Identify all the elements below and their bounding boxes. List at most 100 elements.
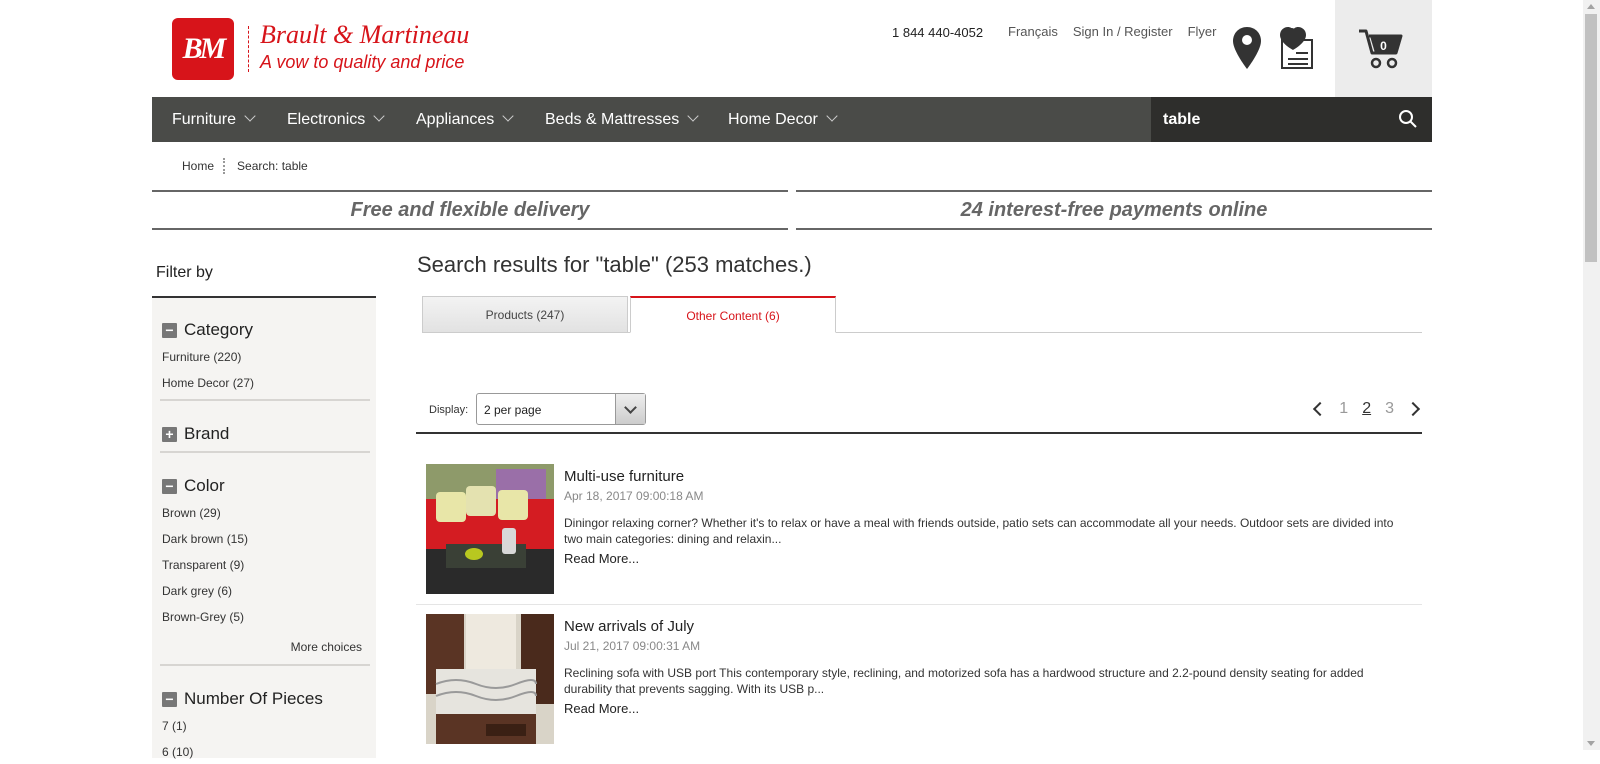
result-title[interactable]: Multi-use furniture [564, 468, 684, 485]
language-link[interactable]: Français [1008, 24, 1058, 39]
nav-label: Electronics [287, 111, 366, 128]
phone-number[interactable]: 1 844 440-4052 [892, 25, 983, 40]
result-description: Diningor relaxing corner? Whether it's t… [564, 516, 1394, 546]
nav-electronics[interactable]: Electronics [287, 97, 385, 142]
nav-label: Furniture [172, 111, 237, 128]
results-divider [416, 432, 1422, 434]
filter-separator [160, 451, 370, 453]
tab-other-content[interactable]: Other Content (6) [630, 296, 836, 333]
filter-group-label: Brand [184, 424, 230, 443]
result-item: New arrivals of July Jul 21, 2017 09:00:… [416, 614, 1422, 764]
cart-count-badge: 0 [1380, 39, 1387, 53]
chevron-down-icon [826, 110, 838, 122]
scroll-down-icon[interactable] [1587, 741, 1595, 746]
nav-label: Home Decor [728, 111, 818, 128]
collapse-icon: − [162, 478, 177, 494]
delivery-banner[interactable]: Free and flexible delivery [152, 190, 788, 230]
breadcrumb: Home Search: table [182, 158, 308, 174]
filter-option[interactable]: Dark grey (6) [162, 584, 232, 598]
breadcrumb-separator [223, 158, 226, 174]
filter-separator [160, 399, 370, 401]
filter-group-label: Color [184, 476, 225, 495]
payments-banner-text: 24 interest-free payments online [960, 199, 1268, 221]
delivery-banner-text: Free and flexible delivery [350, 199, 590, 221]
filter-color-header[interactable]: − Color [162, 476, 225, 496]
brand-tagline: A vow to quality and price [260, 52, 465, 72]
filter-pieces-header[interactable]: − Number Of Pieces [162, 689, 323, 709]
nav-label: Beds & Mattresses [545, 111, 680, 128]
result-date: Apr 18, 2017 09:00:18 AM [564, 489, 704, 503]
chevron-down-icon [687, 110, 699, 122]
breadcrumb-current: Search: table [237, 159, 308, 173]
wishlist-icon[interactable] [1276, 26, 1316, 75]
display-value: 2 per page [484, 403, 542, 417]
page-link-2-current[interactable]: 2 [1362, 400, 1371, 418]
brand-name[interactable]: Brault & Martineau [260, 20, 469, 50]
nav-home-decor[interactable]: Home Decor [728, 97, 838, 142]
nav-label: Appliances [416, 111, 495, 128]
tab-products[interactable]: Products (247) [422, 296, 628, 332]
filter-option[interactable]: 6 (10) [162, 745, 193, 759]
breadcrumb-home[interactable]: Home [182, 159, 214, 173]
results-title: Search results for "table" (253 matches.… [417, 252, 812, 277]
filter-option[interactable]: Transparent (9) [162, 558, 244, 572]
flyer-link[interactable]: Flyer [1188, 24, 1217, 39]
nav-appliances[interactable]: Appliances [416, 97, 514, 142]
filter-option[interactable]: Furniture (220) [162, 350, 241, 364]
site-header: BM Brault & Martineau A vow to quality a… [152, 0, 1432, 97]
chevron-down-icon [373, 110, 385, 122]
display-label: Display: [429, 404, 469, 416]
filter-option[interactable]: Home Decor (27) [162, 376, 254, 390]
filter-option[interactable]: Brown (29) [162, 506, 221, 520]
result-thumbnail[interactable] [426, 614, 554, 744]
result-item: Multi-use furniture Apr 18, 2017 09:00:1… [416, 464, 1422, 614]
search-box [1151, 97, 1432, 142]
nav-beds-mattresses[interactable]: Beds & Mattresses [545, 97, 699, 142]
tabs-divider [422, 332, 1422, 333]
next-page-icon[interactable] [1405, 401, 1421, 417]
display-select[interactable]: 2 per page [476, 393, 646, 425]
filter-brand-header[interactable]: + Brand [162, 424, 229, 444]
pagination: 1 2 3 [1313, 400, 1421, 418]
scroll-up-icon[interactable] [1587, 4, 1595, 9]
header-links: Français Sign In / Register Flyer [1008, 24, 1216, 39]
page-link-3[interactable]: 3 [1385, 400, 1394, 418]
read-more-link[interactable]: Read More... [564, 701, 639, 716]
more-choices-link[interactable]: More choices [291, 640, 362, 654]
result-thumbnail[interactable] [426, 464, 554, 594]
chevron-down-icon [244, 110, 256, 122]
logo[interactable]: BM [172, 18, 234, 80]
main-nav: Furniture Electronics Appliances Beds & … [152, 97, 1432, 142]
result-description: Reclining sofa with USB port This contem… [564, 666, 1364, 696]
page-link-1[interactable]: 1 [1339, 400, 1348, 418]
chevron-down-icon [502, 110, 514, 122]
filter-option[interactable]: Dark brown (15) [162, 532, 248, 546]
search-input[interactable] [1161, 104, 1385, 136]
result-separator [416, 604, 1422, 605]
collapse-icon: − [162, 691, 177, 707]
location-pin-icon[interactable] [1232, 26, 1262, 75]
cart-button[interactable]: 0 [1335, 0, 1432, 97]
scrollbar-thumb[interactable] [1585, 14, 1597, 262]
result-date: Jul 21, 2017 09:00:31 AM [564, 639, 701, 653]
collapse-icon: − [162, 322, 177, 338]
sign-in-link[interactable]: Sign In / Register [1073, 24, 1173, 39]
filter-category-header[interactable]: − Category [162, 320, 253, 340]
search-icon[interactable] [1398, 109, 1418, 134]
payments-banner[interactable]: 24 interest-free payments online [796, 190, 1432, 230]
chevron-down-icon[interactable] [615, 394, 645, 424]
nav-furniture[interactable]: Furniture [172, 97, 256, 142]
logo-divider [248, 26, 249, 72]
read-more-link[interactable]: Read More... [564, 551, 639, 566]
filter-option[interactable]: Brown-Grey (5) [162, 610, 244, 624]
filter-option[interactable]: 7 (1) [162, 719, 187, 733]
previous-page-icon[interactable] [1313, 401, 1328, 417]
page-scrollbar[interactable] [1583, 0, 1600, 750]
filter-separator [160, 664, 370, 666]
logo-letters: BM [182, 32, 227, 65]
filter-title: Filter by [156, 264, 213, 281]
result-title[interactable]: New arrivals of July [564, 618, 694, 635]
page: BM Brault & Martineau A vow to quality a… [152, 0, 1432, 759]
filter-group-label: Number Of Pieces [184, 689, 323, 708]
filter-group-label: Category [184, 320, 253, 339]
